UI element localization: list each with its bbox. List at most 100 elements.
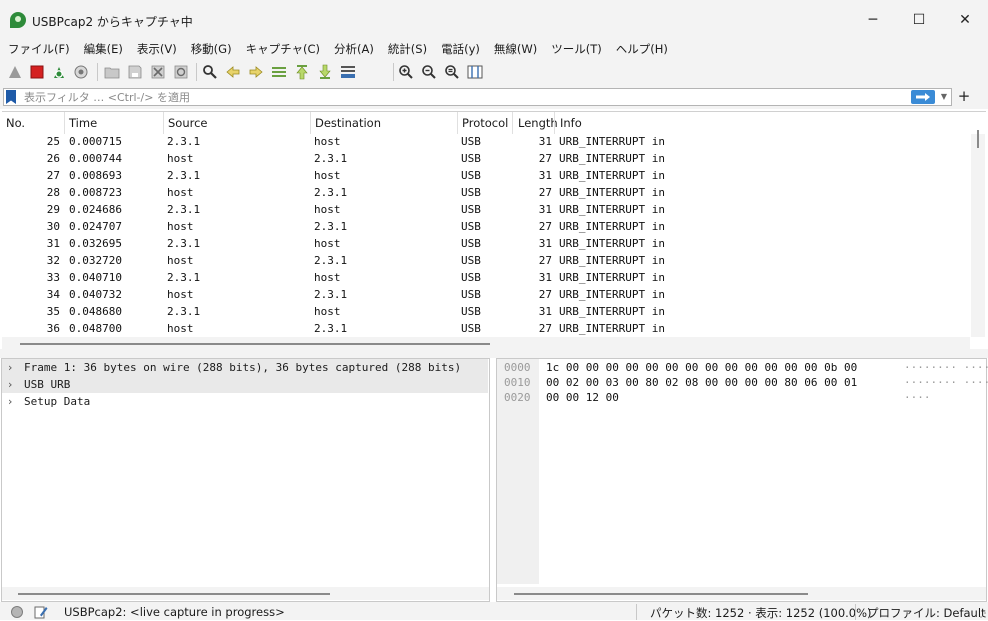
zoom-out-icon[interactable] <box>421 64 437 80</box>
zoom-in-icon[interactable] <box>398 64 414 80</box>
shark-fin-start-icon[interactable] <box>7 64 23 80</box>
packet-no: 28 <box>46 186 60 199</box>
last-packet-icon[interactable] <box>317 64 333 80</box>
menu-capture[interactable]: キャプチャ(C) <box>238 40 326 58</box>
column-separator[interactable] <box>512 112 513 134</box>
maximize-button[interactable]: ☐ <box>896 0 942 40</box>
packet-row[interactable]: 34 0.040732 host 2.3.1 USB 27 URB_INTERRUPT in <box>2 286 970 303</box>
packet-protocol: USB <box>461 322 481 335</box>
menu-wireless[interactable]: 無線(W) <box>486 40 543 58</box>
resize-grip-icon[interactable] <box>979 611 987 619</box>
tree-item-frame[interactable]: › Frame 1: 36 bytes on wire (288 bits), … <box>2 359 488 376</box>
minimize-button[interactable]: ─ <box>850 0 896 40</box>
find-packet-icon[interactable] <box>202 64 218 80</box>
details-hscroll-thumb[interactable] <box>18 593 330 595</box>
packet-length: 27 <box>538 186 552 199</box>
byte-ascii[interactable]: ········ ········ <box>904 360 988 375</box>
tree-item-setup-data[interactable]: › Setup Data <box>2 393 488 410</box>
open-file-icon[interactable] <box>104 64 120 80</box>
packet-source: 2.3.1 <box>167 203 201 216</box>
byte-ascii[interactable]: ···· <box>904 390 931 405</box>
packet-list-hscroll-thumb[interactable] <box>20 343 490 345</box>
packet-length: 27 <box>538 152 552 165</box>
packet-row[interactable]: 31 0.032695 2.3.1 host USB 31 URB_INTERRUPT in <box>2 235 970 252</box>
column-header-no[interactable]: No. <box>6 112 25 134</box>
packet-row[interactable]: 26 0.000744 host 2.3.1 USB 27 URB_INTERRUPT in <box>2 150 970 167</box>
packet-row[interactable]: 30 0.024707 host 2.3.1 USB 27 URB_INTERRUPT in <box>2 218 970 235</box>
packet-list-vertical-scrollbar[interactable] <box>971 134 985 337</box>
display-filter-input[interactable] <box>24 89 894 105</box>
apply-filter-button[interactable] <box>911 90 935 104</box>
pane-splitter[interactable] <box>0 349 988 358</box>
capture-options-icon[interactable] <box>73 64 89 80</box>
byte-hex[interactable]: 00 00 12 00 <box>546 390 619 405</box>
resize-columns-icon[interactable] <box>467 64 483 80</box>
column-header-protocol[interactable]: Protocol <box>462 112 508 134</box>
menu-analyze[interactable]: 分析(A) <box>326 40 380 58</box>
packet-time: 0.032695 <box>69 237 122 250</box>
menu-view[interactable]: 表示(V) <box>129 40 183 58</box>
menu-help[interactable]: ヘルプ(H) <box>608 40 674 58</box>
packet-row[interactable]: 27 0.008693 2.3.1 host USB 31 URB_INTERRUPT in <box>2 167 970 184</box>
chevron-right-icon[interactable]: › <box>8 359 12 376</box>
stop-capture-icon[interactable] <box>29 64 45 80</box>
column-separator[interactable] <box>554 112 555 134</box>
packet-info: URB_INTERRUPT in <box>559 288 665 301</box>
save-file-icon[interactable] <box>127 64 143 80</box>
zoom-reset-icon[interactable] <box>444 64 460 80</box>
packet-row[interactable]: 35 0.048680 2.3.1 host USB 31 URB_INTERRUPT in <box>2 303 970 320</box>
filter-history-dropdown[interactable]: ▼ <box>938 90 950 104</box>
chevron-right-icon[interactable]: › <box>8 393 12 410</box>
add-filter-button[interactable]: + <box>955 88 973 106</box>
go-back-icon[interactable] <box>225 64 241 80</box>
tree-item-usb-urb[interactable]: › USB URB <box>2 376 488 393</box>
packet-protocol: USB <box>461 288 481 301</box>
column-separator[interactable] <box>457 112 458 134</box>
column-header-source[interactable]: Source <box>168 112 208 134</box>
profile-selector[interactable]: プロファイル: Default <box>867 605 986 621</box>
main-toolbar <box>0 58 988 142</box>
column-separator[interactable] <box>163 112 164 134</box>
packet-row[interactable]: 28 0.008723 host 2.3.1 USB 27 URB_INTERRUPT in <box>2 184 970 201</box>
packet-info: URB_INTERRUPT in <box>559 220 665 233</box>
menu-go[interactable]: 移動(G) <box>183 40 238 58</box>
packet-no: 32 <box>46 254 60 267</box>
autoscroll-icon[interactable] <box>340 64 356 80</box>
bytes-hscroll-thumb[interactable] <box>514 593 808 595</box>
first-packet-icon[interactable] <box>294 64 310 80</box>
close-button[interactable]: ✕ <box>942 0 988 40</box>
column-header-time[interactable]: Time <box>69 112 97 134</box>
menu-edit[interactable]: 編集(E) <box>76 40 129 58</box>
column-header-info[interactable]: Info <box>560 112 582 134</box>
column-header-length[interactable]: Length <box>518 112 558 134</box>
menu-telephony[interactable]: 電話(y) <box>433 40 486 58</box>
column-separator[interactable] <box>310 112 311 134</box>
restart-capture-icon[interactable] <box>51 64 67 80</box>
packet-destination: host <box>314 237 341 250</box>
packet-row[interactable]: 36 0.048700 host 2.3.1 USB 27 URB_INTERRUPT in <box>2 320 970 337</box>
close-file-icon[interactable] <box>150 64 166 80</box>
byte-ascii[interactable]: ········ ········ <box>904 375 988 390</box>
packet-row[interactable]: 29 0.024686 2.3.1 host USB 31 URB_INTERRUPT in <box>2 201 970 218</box>
column-separator[interactable] <box>64 112 65 134</box>
capture-comment-icon[interactable] <box>34 605 48 619</box>
menu-file[interactable]: ファイル(F) <box>0 40 76 58</box>
expert-info-icon[interactable] <box>11 606 23 618</box>
go-forward-icon[interactable] <box>248 64 264 80</box>
packet-source: host <box>167 322 194 335</box>
toolbar-separator <box>196 63 197 81</box>
menu-statistics[interactable]: 統計(S) <box>380 40 433 58</box>
byte-hex[interactable]: 1c 00 00 00 00 00 00 00 00 00 00 00 00 0… <box>546 360 857 375</box>
packet-protocol: USB <box>461 135 481 148</box>
packet-row[interactable]: 25 0.000715 2.3.1 host USB 31 URB_INTERRUPT in <box>2 133 970 150</box>
go-to-packet-icon[interactable] <box>271 64 287 80</box>
packet-row[interactable]: 32 0.032720 host 2.3.1 USB 27 URB_INTERRUPT in <box>2 252 970 269</box>
byte-hex[interactable]: 00 02 00 03 00 80 02 08 00 00 00 00 80 0… <box>546 375 857 390</box>
reload-file-icon[interactable] <box>173 64 189 80</box>
packet-row[interactable]: 33 0.040710 2.3.1 host USB 31 URB_INTERRUPT in <box>2 269 970 286</box>
column-header-destination[interactable]: Destination <box>315 112 381 134</box>
packet-time: 0.024707 <box>69 220 122 233</box>
menu-tools[interactable]: ツール(T) <box>543 40 608 58</box>
chevron-right-icon[interactable]: › <box>8 376 12 393</box>
packet-list-scroll-thumb[interactable] <box>977 130 979 148</box>
